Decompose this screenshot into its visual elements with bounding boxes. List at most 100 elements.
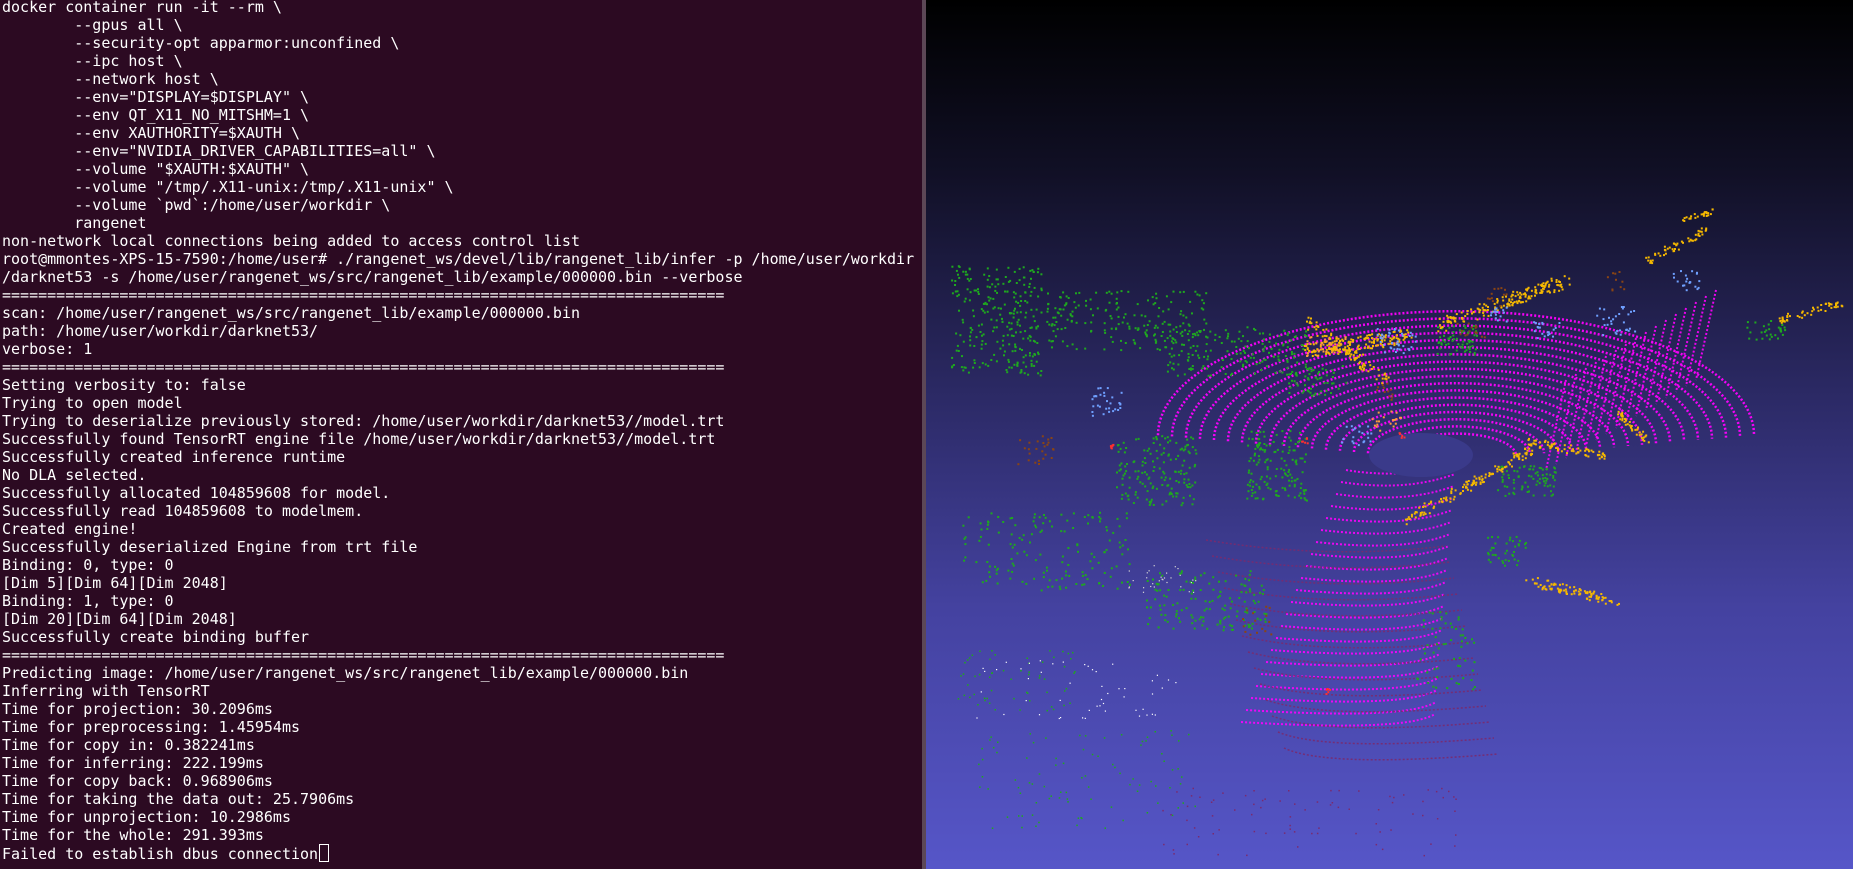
terminal-line: /darknet53 -s /home/user/rangenet_ws/src…	[2, 268, 743, 286]
terminal-line: Successfully deserialized Engine from tr…	[2, 538, 418, 556]
terminal-line: [Dim 20][Dim 64][Dim 2048]	[2, 610, 237, 628]
road-strip	[1310, 545, 1450, 559]
terminal-line: --env="DISPLAY=$DISPLAY" \	[2, 88, 310, 106]
road-strip	[1335, 485, 1455, 499]
road-right	[1635, 325, 1657, 417]
pole-cluster	[1596, 306, 1637, 337]
road-right	[1565, 367, 1587, 459]
terminal-line: Time for inferring: 222.199ms	[2, 754, 264, 772]
person-cluster	[1109, 443, 1115, 450]
terminal-line: Time for unprojection: 10.2986ms	[2, 808, 291, 826]
vegetation-cluster	[1746, 320, 1787, 341]
terminal-line: Successfully allocated 104859608 for mod…	[2, 484, 391, 502]
terminal-line: docker container run -it --rm \	[2, 0, 282, 16]
terminal-line: root@mmontes-XPS-15-7590:/home/user# ./r…	[2, 250, 915, 268]
terminal-line: Successfully created inference runtime	[2, 448, 346, 466]
road-right	[1655, 313, 1677, 405]
road-strip	[1280, 617, 1444, 631]
terminal-output: docker container run -it --rm \ --gpus a…	[2, 0, 920, 863]
road-strip	[1285, 605, 1445, 619]
terminal-line: Successfully read 104859608 to modelmem.	[2, 502, 364, 520]
trunk-cluster	[1606, 271, 1626, 292]
vegetation-cluster	[978, 730, 1196, 829]
terminal-line: --gpus all \	[2, 16, 183, 34]
terminal-line: ========================================…	[2, 646, 725, 664]
car-cluster	[1525, 577, 1620, 606]
far-points	[1128, 565, 1197, 593]
terminal-line: Trying to open model	[2, 394, 183, 412]
terminal-line: --env="NVIDIA_DRIVER_CAPABILITIES=all" \	[2, 142, 436, 160]
terminal-window[interactable]: docker container run -it --rm \ --gpus a…	[0, 0, 922, 869]
terminal-line: Failed to establish dbus connection	[2, 844, 920, 863]
terminal-line: [Dim 5][Dim 64][Dim 2048]	[2, 574, 228, 592]
road-strip	[1325, 509, 1453, 523]
road-edge	[1205, 539, 1447, 553]
terminal-line: Binding: 0, type: 0	[2, 556, 174, 574]
trunk-cluster	[1017, 435, 1055, 466]
road-right	[1675, 301, 1697, 393]
sensor-blind-spot	[1369, 433, 1473, 477]
terminal-line: Setting verbosity to: false	[2, 376, 246, 394]
terminal-line: scan: /home/user/rangenet_ws/src/rangene…	[2, 304, 580, 322]
car-cluster	[1778, 301, 1844, 324]
point-cloud-canvas[interactable]	[926, 0, 1853, 869]
road-edge	[1259, 683, 1483, 697]
road-strip	[1240, 713, 1436, 727]
point-cloud-viewer[interactable]	[926, 0, 1853, 869]
terminal-line: --network host \	[2, 70, 219, 88]
terminal-line: No DLA selected.	[2, 466, 147, 484]
terminal-line: Time for the whole: 291.393ms	[2, 826, 264, 844]
road-strip	[1260, 665, 1440, 679]
road-strip	[1315, 533, 1451, 547]
vegetation-cluster	[951, 265, 1043, 377]
terminal-line: Successfully found TensorRT engine file …	[2, 430, 716, 448]
terminal-cursor	[319, 844, 330, 862]
terminal-line: Predicting image: /home/user/rangenet_ws…	[2, 664, 689, 682]
road-edge	[1271, 715, 1491, 729]
desktop: docker container run -it --rm \ --gpus a…	[0, 0, 1853, 869]
road-strip	[1275, 629, 1443, 643]
trunk-cluster	[1242, 605, 1273, 636]
road-strip	[1270, 641, 1442, 655]
vegetation-cluster	[1116, 435, 1198, 507]
road-ring	[1198, 331, 1714, 439]
terminal-line: Trying to deserialize previously stored:…	[2, 412, 725, 430]
terminal-line: --volume "$XAUTH:$XAUTH" \	[2, 160, 310, 178]
car-cluster	[1645, 227, 1708, 265]
road-ring	[1296, 381, 1616, 448]
road-strip	[1330, 497, 1454, 511]
terminal-line: Time for taking the data out: 25.7906ms	[2, 790, 355, 808]
vegetation-cluster	[957, 650, 1076, 712]
terminal-line: --volume "/tmp/.X11-unix:/tmp/.X11-unix"…	[2, 178, 454, 196]
road-edge	[1283, 747, 1499, 761]
terminal-line: Time for copy in: 0.382241ms	[2, 736, 255, 754]
vegetation-cluster	[1246, 430, 1308, 502]
terminal-line: verbose: 1	[2, 340, 93, 358]
road-strip	[1320, 521, 1452, 535]
terminal-line: Binding: 1, type: 0	[2, 592, 174, 610]
vegetation-cluster	[1046, 290, 1208, 352]
terminal-line: ========================================…	[2, 358, 725, 376]
vegetation-cluster	[1497, 465, 1557, 497]
pole-cluster	[1672, 270, 1701, 292]
pole-cluster	[1091, 387, 1123, 417]
terminal-line: --ipc host \	[2, 52, 183, 70]
far-points	[976, 660, 1177, 720]
terminal-line: Time for preprocessing: 1.45954ms	[2, 718, 301, 736]
terminal-line: Created engine!	[2, 520, 138, 538]
road-ring	[1184, 324, 1728, 438]
terminal-line: ========================================…	[2, 286, 725, 304]
terminal-line: Successfully create binding buffer	[2, 628, 310, 646]
terminal-line: --volume `pwd`:/home/user/workdir \	[2, 196, 391, 214]
terminal-line: --env QT_X11_NO_MITSHM=1 \	[2, 106, 310, 124]
road-ring	[1254, 360, 1658, 444]
terminal-line: --env XAUTHORITY=$XAUTH \	[2, 124, 301, 142]
far-points	[1162, 787, 1457, 857]
terminal-line: rangenet	[2, 214, 147, 232]
car-cluster	[1682, 208, 1714, 222]
trunk-cluster	[1486, 287, 1508, 307]
vegetation-cluster	[962, 511, 1131, 592]
road-right	[1545, 379, 1567, 471]
road-edge	[1277, 731, 1495, 745]
vegetation-cluster	[1487, 535, 1527, 567]
